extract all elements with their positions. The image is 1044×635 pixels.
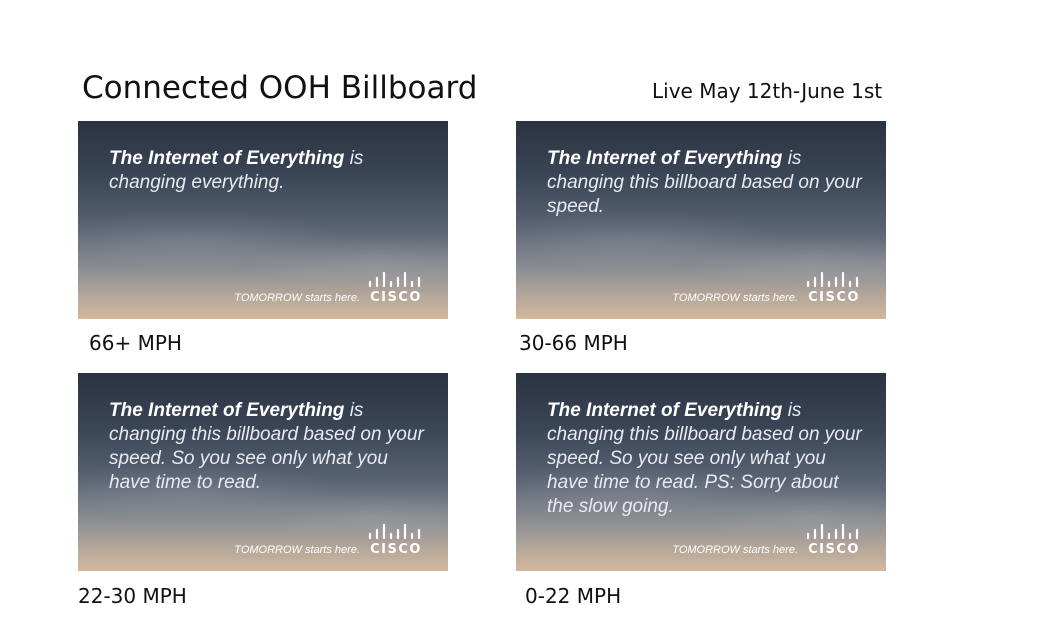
cisco-bars-icon	[806, 523, 859, 540]
cisco-logo: CISCO	[366, 523, 426, 557]
live-dates: Live May 12th-June 1st	[652, 79, 883, 103]
logo-wordmark: CISCO	[370, 542, 422, 557]
brand-phrase: The Internet of Everything	[547, 400, 783, 421]
tagline: TOMORROW starts here.	[234, 544, 360, 556]
tagline: TOMORROW starts here.	[234, 292, 360, 304]
logo-wordmark: CISCO	[370, 290, 422, 305]
billboard-30-66: The Internet of Everything is changing t…	[516, 121, 886, 319]
billboard-message: The Internet of Everything is changing t…	[547, 147, 867, 219]
brand-phrase: The Internet of Everything	[109, 148, 345, 169]
billboard-message: The Internet of Everything is changing t…	[547, 399, 867, 519]
billboard-66-plus: The Internet of Everything is changing e…	[78, 121, 448, 319]
speed-label-22-30: 22-30 MPH	[78, 584, 187, 608]
speed-label-30-66: 30-66 MPH	[519, 331, 628, 355]
tagline: TOMORROW starts here.	[672, 544, 798, 556]
page-title: Connected OOH Billboard	[82, 70, 478, 106]
logo-wordmark: CISCO	[808, 290, 860, 305]
billboard-message: The Internet of Everything is changing e…	[109, 147, 429, 195]
billboard-0-22: The Internet of Everything is changing t…	[516, 373, 886, 571]
cisco-logo: CISCO	[804, 523, 864, 557]
cisco-logo: CISCO	[366, 271, 426, 305]
speed-label-66-plus: 66+ MPH	[89, 331, 182, 355]
tagline: TOMORROW starts here.	[672, 292, 798, 304]
billboard-22-30: The Internet of Everything is changing t…	[78, 373, 448, 571]
cisco-logo: CISCO	[804, 271, 864, 305]
cisco-bars-icon	[368, 523, 421, 540]
speed-label-0-22: 0-22 MPH	[525, 584, 622, 608]
cisco-bars-icon	[806, 271, 859, 288]
logo-wordmark: CISCO	[808, 542, 860, 557]
brand-phrase: The Internet of Everything	[109, 400, 345, 421]
cisco-bars-icon	[368, 271, 421, 288]
brand-phrase: The Internet of Everything	[547, 148, 783, 169]
billboard-message: The Internet of Everything is changing t…	[109, 399, 429, 495]
